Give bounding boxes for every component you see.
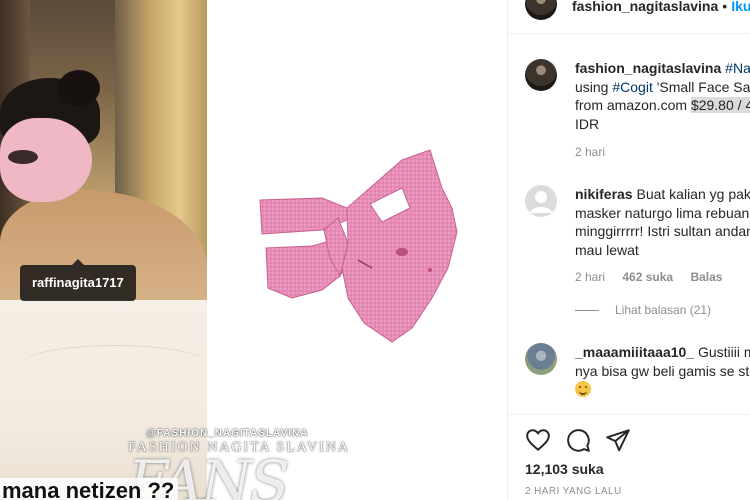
comment-text: _maaamiiitaaa10_ Gustiiii ma nya bisa gw… (575, 343, 750, 399)
caption-product: 'Small Face Sau (656, 78, 750, 95)
default-user-icon (530, 191, 552, 213)
caption-currency: IDR (575, 115, 600, 132)
post-date[interactable]: 2 HARI YANG LALU (525, 486, 622, 497)
caption-source: from amazon.com (575, 97, 688, 113)
comment-username[interactable]: nikiferas (575, 186, 633, 202)
header-username-row: fashion_nagitaslavina •Ikuti (572, 0, 750, 14)
follow-button[interactable]: Ikuti (731, 0, 750, 14)
comment-icon[interactable] (565, 427, 591, 453)
caption-price: $29.80 / 4 (690, 97, 750, 113)
hashtag-link[interactable]: #Cogit (612, 79, 652, 95)
avatar[interactable] (525, 343, 557, 375)
post-header: fashion_nagitaslavina •Ikuti (508, 0, 750, 34)
watermark-name: FASHION NAGITA SLAVINA (128, 440, 351, 455)
caption-word: using (575, 78, 609, 95)
caption-text: fashion_nagitaslavina #Nagi using #Cogit… (575, 59, 750, 133)
comment-meta: 2 hari 462 suka Balas (575, 270, 736, 284)
likes-count[interactable]: 12,103 suka (525, 461, 604, 477)
eye-opening (8, 150, 38, 164)
woman-photo (0, 0, 207, 500)
pink-face-mask-icon (259, 149, 458, 343)
comment-username[interactable]: _maaamiiitaaa10_ (575, 344, 694, 360)
caption-username[interactable]: fashion_nagitaslavina (575, 60, 721, 76)
avatar[interactable] (525, 185, 557, 217)
post-side-panel: fashion_nagitaslavina •Ikuti fashion_nagi… (507, 0, 750, 500)
header-username[interactable]: fashion_nagitaslavina (572, 0, 718, 14)
hashtag-link[interactable]: #Nagi (725, 60, 750, 76)
avatar[interactable] (525, 59, 557, 91)
reply-button[interactable]: Balas (690, 270, 722, 284)
post-media[interactable]: raffinagita1717 FANS @FASHION_NAGITASLAV… (0, 0, 507, 500)
comment-likes[interactable]: 462 suka (622, 270, 673, 284)
caption-meta: 2 hari (575, 145, 619, 159)
header-separator: • (722, 0, 728, 14)
view-replies[interactable]: Lihat balasan (21) (575, 303, 711, 317)
avatar[interactable] (525, 0, 557, 20)
view-replies-label[interactable]: Lihat balasan (21) (615, 303, 711, 317)
caption-time[interactable]: 2 hari (575, 145, 605, 159)
overlay-caption: mana netizen ?? (0, 478, 179, 500)
post-actions: 12,103 suka 2 HARI YANG LALU (508, 414, 750, 500)
blanket-fold (20, 345, 207, 385)
comment-time[interactable]: 2 hari (575, 270, 605, 284)
watermark-handle: @FASHION_NAGITASLAVINA (146, 428, 309, 439)
grin-sweat-emoji-icon (575, 381, 591, 397)
user-tag[interactable]: raffinagita1717 (20, 259, 136, 301)
replies-divider (575, 310, 599, 312)
share-icon[interactable] (605, 427, 631, 453)
comment-text: nikiferas Buat kalian yg pake masker nat… (575, 185, 750, 259)
heart-icon[interactable] (525, 427, 551, 453)
product-image (207, 0, 507, 500)
hair-bun (58, 70, 100, 106)
